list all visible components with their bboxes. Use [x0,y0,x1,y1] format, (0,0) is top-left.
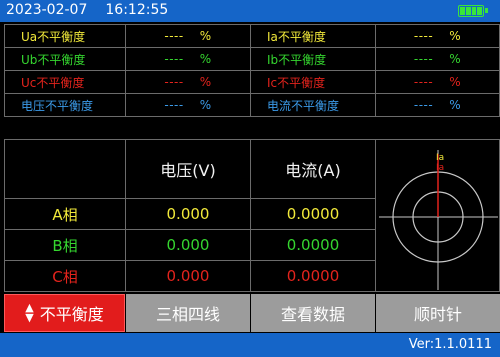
current-unbalance-value: ----% [375,93,500,117]
phase-c-voltage: 0.000 [125,260,251,292]
uc-unbalance-value: ----% [125,70,251,94]
phasor-panel: Ia Ia [375,139,500,292]
phase-a-label: A相 [4,198,126,230]
voltage-unbalance-value: ----% [125,93,251,117]
current-unbalance-label: 电流不平衡度 [250,93,376,117]
version-text: Ver:1.1.0111 [408,337,492,352]
datetime: 2023-02-07 16:12:55 [6,2,168,18]
ic-unbalance-value: ----% [375,70,500,94]
phase-b-label: B相 [4,229,126,261]
uc-unbalance-label: Uc不平衡度 [4,70,126,94]
phasor-label-2: Ia [436,163,444,173]
battery-icon [458,5,488,17]
voltage-unbalance-label: 电压不平衡度 [4,93,126,117]
date-text: 2023-02-07 [6,2,88,18]
voltage-header: 电压(V) [125,139,251,199]
phase-c-current: 0.0000 [250,260,376,292]
ic-unbalance-label: Ic不平衡度 [250,70,376,94]
ua-unbalance-label: Ua不平衡度 [4,24,126,48]
phase-b-voltage: 0.000 [125,229,251,261]
view-data-button[interactable]: 查看数据 [251,294,375,332]
ua-unbalance-value: ----% [125,24,251,48]
table-corner [4,139,126,199]
unbalance-button-label: 不平衡度 [39,305,104,324]
ub-unbalance-value: ----% [125,47,251,71]
phase-b-current: 0.0000 [250,229,376,261]
ub-unbalance-label: Ub不平衡度 [4,47,126,71]
phase-a-voltage: 0.000 [125,198,251,230]
time-text: 16:12:55 [105,2,169,18]
up-down-arrow-icon: ▲ ▼ [25,301,34,324]
phase-a-current: 0.0000 [250,198,376,230]
phasor-label-1: Ia [436,153,444,163]
phase-c-label: C相 [4,260,126,292]
ia-unbalance-value: ----% [375,24,500,48]
ib-unbalance-value: ----% [375,47,500,71]
phasor-diagram: Ia Ia [379,150,498,290]
ia-unbalance-label: Ia不平衡度 [250,24,376,48]
unbalance-button[interactable]: ▲ ▼ 不平衡度 [4,294,125,332]
wiring-mode-button[interactable]: 三相四线 [126,294,250,332]
ib-unbalance-label: Ib不平衡度 [250,47,376,71]
rotation-direction-button[interactable]: 顺时针 [376,294,500,332]
current-header: 电流(A) [250,139,376,199]
